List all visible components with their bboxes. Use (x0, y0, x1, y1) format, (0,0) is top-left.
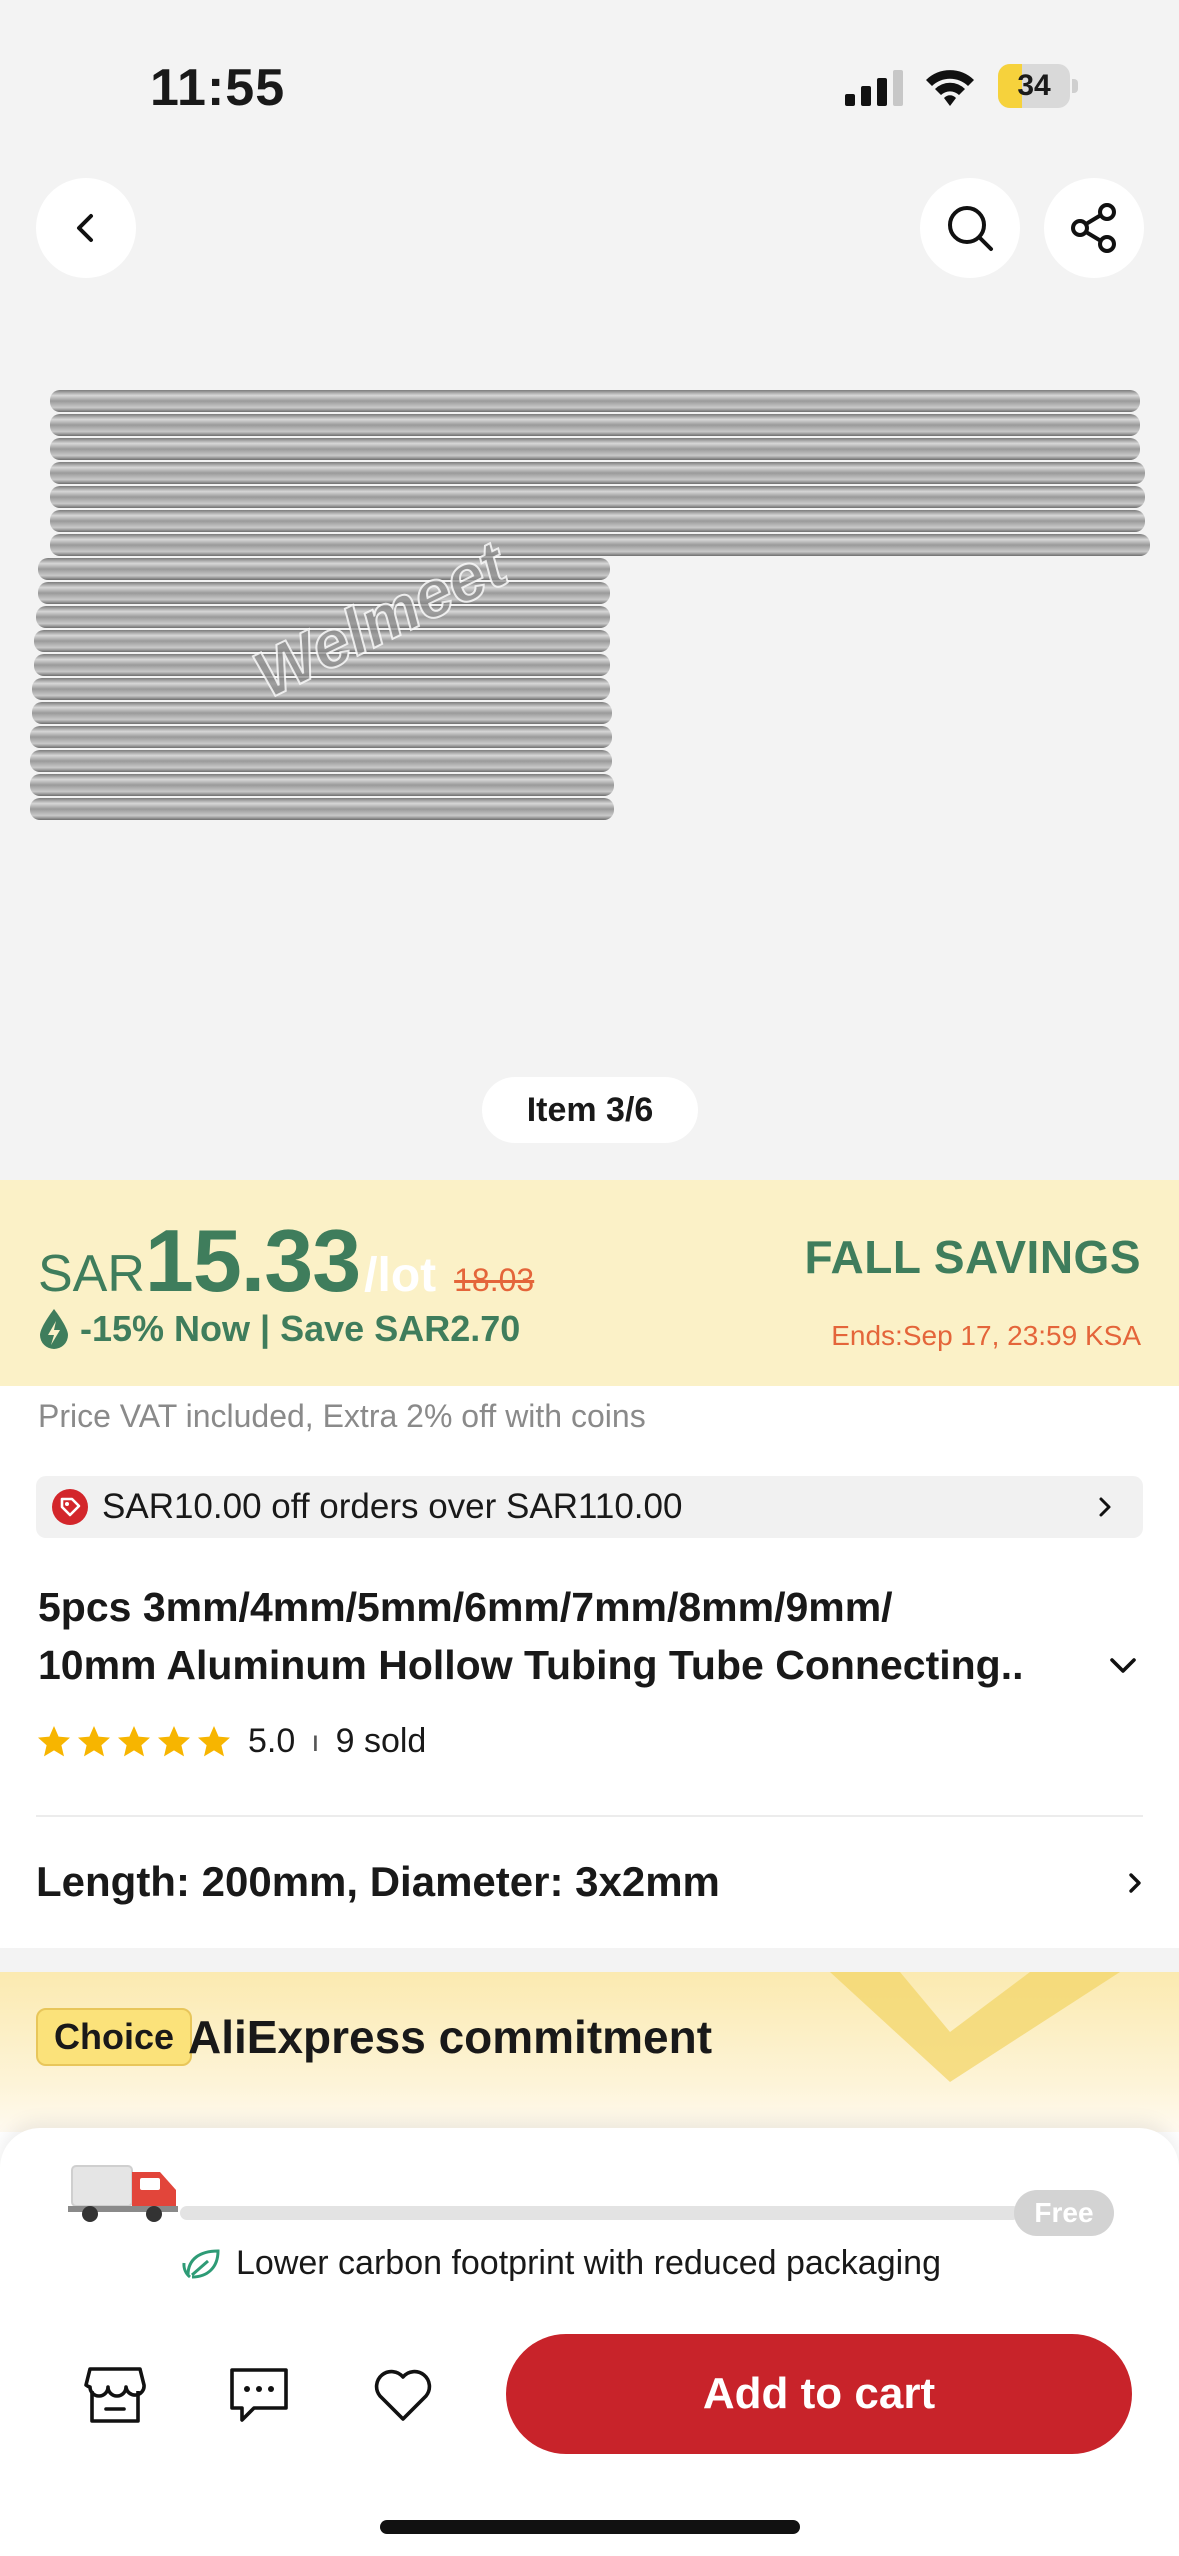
product-photo: Welmeet (30, 390, 1150, 820)
checkmark-decoration-icon (830, 1972, 1120, 2082)
price-section: SAR 15.33 /lot 18.03 -15% Now | Save SAR… (0, 1180, 1179, 1386)
section-gap (0, 1948, 1179, 1972)
share-button[interactable] (1044, 178, 1144, 278)
variant-label: Length: 200mm, Diameter: 3x2mm (36, 1858, 720, 1905)
image-index-indicator: Item 3/6 (482, 1077, 698, 1143)
price-row: SAR 15.33 /lot 18.03 (38, 1210, 534, 1312)
price-unit: /lot (364, 1249, 437, 1302)
discount-row: -15% Now | Save SAR2.70 (38, 1308, 520, 1350)
sold-count: 9 sold (335, 1722, 427, 1760)
eco-leaf-icon (182, 2248, 220, 2278)
coupon-banner[interactable]: SAR10.00 off orders over SAR110.00 (36, 1476, 1143, 1538)
vat-note: Price VAT included, Extra 2% off with co… (38, 1398, 646, 1434)
status-time: 11:55 (150, 59, 286, 117)
free-shipping-label: Free (1014, 2190, 1114, 2236)
rating-row[interactable]: 5.0 ı 9 sold (36, 1722, 426, 1761)
heart-icon (374, 2369, 432, 2421)
variant-selector[interactable]: Length: 200mm, Diameter: 3x2mm (36, 1850, 1143, 1914)
chat-icon (230, 2368, 288, 2422)
battery-percent: 34 (1017, 69, 1051, 102)
eco-note: Lower carbon footprint with reduced pack… (180, 2244, 941, 2283)
chevron-right-icon (1129, 1873, 1141, 1893)
price-currency: SAR (38, 1245, 145, 1303)
wishlist-button[interactable] (368, 2360, 438, 2430)
campaign-title: FALL SAVINGS (804, 1231, 1141, 1283)
star-icon (158, 1725, 190, 1756)
star-icon (118, 1725, 150, 1756)
back-button[interactable] (36, 178, 136, 278)
choice-badge: Choice (36, 2008, 193, 2066)
rating-separator: ı (311, 1724, 320, 1758)
product-image-gallery[interactable]: Welmeet Item 3/6 (0, 170, 1179, 1180)
commitment-banner[interactable]: Choice AliExpress commitment (0, 1972, 1179, 2132)
campaign-end-time: Ends:Sep 17, 23:59 KSA (831, 1320, 1141, 1351)
section-divider (36, 1815, 1143, 1817)
rating-stars (36, 1724, 232, 1760)
commitment-title: AliExpress commitment (188, 2011, 713, 2063)
wifi-icon (926, 70, 974, 106)
status-bar: 11:55 34 (0, 0, 1179, 170)
star-icon (38, 1725, 70, 1756)
cellular-signal-icon (845, 70, 903, 106)
add-to-cart-button[interactable]: Add to cart (506, 2334, 1132, 2454)
rating-score: 5.0 (248, 1722, 296, 1760)
product-title-line1: 5pcs 3mm/4mm/5mm/6mm/7mm/8mm/9mm/ (38, 1584, 893, 1630)
share-icon (1071, 203, 1116, 253)
discount-text: -15% Now | Save SAR2.70 (80, 1308, 521, 1349)
store-icon (84, 2367, 146, 2423)
bottom-action-sheet: Free Lower carbon footprint with reduced… (0, 2128, 1179, 2556)
store-button[interactable] (80, 2360, 150, 2430)
original-price: 18.03 (454, 1262, 535, 1298)
free-shipping-progress (180, 2206, 1020, 2220)
search-icon (948, 206, 993, 251)
expand-title-chevron-icon[interactable] (1108, 1655, 1138, 1677)
chat-button[interactable] (224, 2360, 294, 2430)
search-button[interactable] (920, 178, 1020, 278)
home-indicator[interactable] (380, 2520, 800, 2534)
back-chevron-icon (77, 214, 93, 242)
chevron-right-icon (1099, 1497, 1111, 1517)
delivery-truck-icon (68, 2165, 178, 2222)
discount-drop-icon (40, 1309, 68, 1349)
product-title-line2: 10mm Aluminum Hollow Tubing Tube Connect… (38, 1642, 1024, 1688)
star-icon (198, 1725, 230, 1756)
battery-indicator: 34 (998, 64, 1078, 108)
price-amount: 15.33 (144, 1211, 361, 1310)
product-title: 5pcs 3mm/4mm/5mm/6mm/7mm/8mm/9mm/ 10mm A… (38, 1578, 1098, 1694)
star-icon (78, 1725, 110, 1756)
coupon-text: SAR10.00 off orders over SAR110.00 (102, 1487, 683, 1526)
coupon-tag-icon (52, 1489, 88, 1525)
eco-text: Lower carbon footprint with reduced pack… (236, 2244, 941, 2282)
